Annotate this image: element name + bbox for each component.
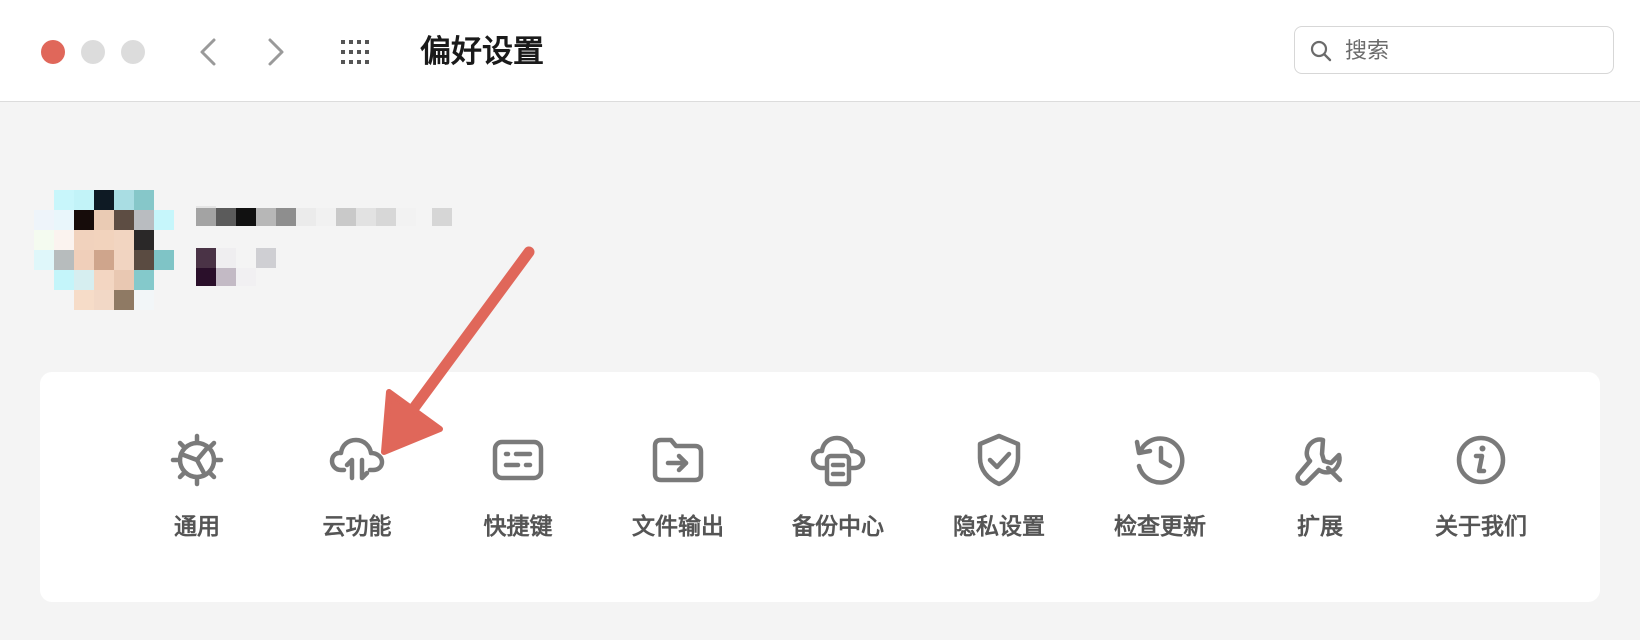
shield-check-icon	[977, 433, 1021, 487]
gear-icon	[170, 433, 224, 487]
cloud-backup-icon	[810, 435, 866, 487]
wrench-icon	[1295, 437, 1343, 486]
close-window-button[interactable]	[41, 40, 65, 64]
settings-item-label: 扩展	[1297, 514, 1343, 540]
minimize-window-button[interactable]	[81, 40, 105, 64]
folder-export-icon	[652, 437, 704, 483]
history-clock-icon	[1134, 436, 1185, 485]
settings-item-label: 云功能	[322, 514, 392, 540]
settings-item-label: 检查更新	[1114, 514, 1206, 540]
settings-item-cloud[interactable]: 云功能	[273, 372, 441, 602]
keyboard-icon	[492, 439, 544, 481]
settings-item-privacy[interactable]: 隐私设置	[915, 372, 1083, 602]
settings-item-label: 通用	[174, 514, 220, 540]
search-box[interactable]	[1294, 26, 1614, 74]
search-icon	[1310, 40, 1332, 62]
settings-item-label: 关于我们	[1435, 514, 1527, 540]
title-bar: 偏好设置	[0, 0, 1640, 102]
settings-card: 通用 云功能 快捷键 文件输出 备份中心 隐私设置 检查更新 扩展 关于我们	[40, 372, 1600, 602]
avatar[interactable]	[32, 190, 180, 314]
window-title: 偏好设置	[420, 34, 544, 70]
account-id-redacted	[196, 248, 276, 286]
account-name-redacted	[196, 206, 452, 226]
cloud-sync-icon	[329, 437, 385, 481]
settings-item-label: 备份中心	[792, 514, 884, 540]
zoom-window-button[interactable]	[121, 40, 145, 64]
preferences-content: 通用 云功能 快捷键 文件输出 备份中心 隐私设置 检查更新 扩展 关于我们	[0, 102, 1640, 640]
settings-item-general[interactable]: 通用	[113, 372, 281, 602]
settings-item-shortcuts[interactable]: 快捷键	[434, 372, 602, 602]
account-info-redacted	[196, 206, 452, 286]
info-icon	[1456, 435, 1506, 485]
settings-item-check-update[interactable]: 检查更新	[1076, 372, 1244, 602]
search-input[interactable]	[1343, 33, 1597, 69]
grid-view-icon[interactable]	[340, 38, 372, 66]
settings-item-label: 隐私设置	[953, 514, 1045, 540]
settings-item-file-output[interactable]: 文件输出	[594, 372, 762, 602]
settings-item-backup-center[interactable]: 备份中心	[754, 372, 922, 602]
settings-item-label: 文件输出	[632, 514, 724, 540]
settings-item-label: 快捷键	[483, 514, 553, 540]
settings-item-extensions[interactable]: 扩展	[1236, 372, 1404, 602]
forward-chevron-icon[interactable]	[256, 34, 292, 70]
back-chevron-icon[interactable]	[192, 34, 228, 70]
settings-item-about-us[interactable]: 关于我们	[1397, 372, 1565, 602]
